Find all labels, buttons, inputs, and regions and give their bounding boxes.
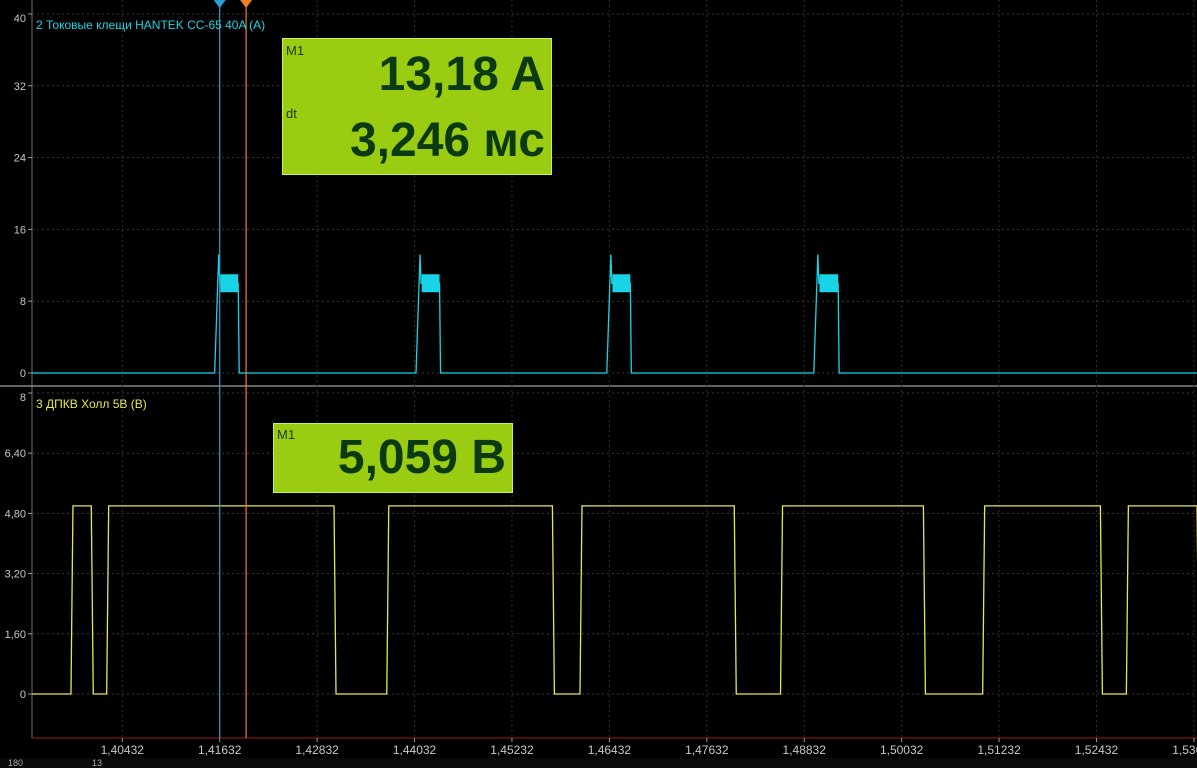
- x-tick-label: 1,40432: [101, 743, 145, 757]
- y-tick-label: 24: [14, 153, 26, 165]
- y-tick-label: 3,20: [5, 569, 26, 581]
- y-tick-label: 0: [20, 368, 26, 380]
- x-tick-label: 1,44032: [393, 743, 437, 757]
- cursor-layer[interactable]: [213, 0, 253, 738]
- y-tick-label: 40: [14, 13, 26, 25]
- y-tick-label: 32: [14, 81, 26, 93]
- x-tick-label: 1,53632: [1172, 743, 1197, 757]
- y-tick-label: 6,40: [5, 448, 26, 460]
- channel3-title: 3 ДПКВ Холл 5В (В): [36, 397, 147, 411]
- x-tick-label: 1,46432: [588, 743, 632, 757]
- y-tick-label: 4,80: [5, 508, 26, 520]
- y-tick-label: 16: [14, 224, 26, 236]
- dt-label: dt: [286, 106, 297, 121]
- x-tick-label: 1,41632: [198, 743, 242, 757]
- current-plateau-band: [612, 274, 631, 293]
- status-strip: 180 13: [0, 758, 1197, 768]
- current-trace: [32, 254, 1197, 374]
- x-tick-label: 1,45232: [490, 743, 534, 757]
- y-tick-label: 1,60: [5, 629, 26, 641]
- current-plateau-band: [421, 274, 440, 293]
- current-readout-box: M1 13,18 A dt 3,246 мс: [282, 38, 552, 175]
- trace-layer: [32, 254, 1197, 695]
- y-tick-label: 8: [20, 296, 26, 308]
- y-tick-label: 0: [20, 689, 26, 701]
- x-tick-label: 1,50032: [880, 743, 924, 757]
- axis-layer: 40 32 24 16 8 0 8 6,40 4,80 3,20 1,60 0 1,40432 1,416…: [5, 13, 1197, 757]
- x-tick-label: 1,47632: [685, 743, 729, 757]
- hall-m1-value: 5,059 В: [337, 431, 506, 484]
- status-value-1: 180: [8, 758, 24, 768]
- m1-label: M1: [277, 427, 296, 442]
- x-tick-label: 1,48832: [783, 743, 827, 757]
- y-tick-label: 8: [20, 392, 26, 404]
- hall-readout-box: M1 5,059 В: [273, 423, 513, 493]
- cursor-2-handle: [240, 0, 253, 8]
- x-tick-label: 1,51232: [977, 743, 1021, 757]
- cursor-1-handle: [213, 0, 226, 8]
- status-value-2: 13: [92, 758, 103, 768]
- hall-trace: [32, 505, 1197, 695]
- oscilloscope-display: 40 32 24 16 8 0 8 6,40 4,80 3,20 1,60 0 1,40432 1,416…: [0, 0, 1197, 757]
- x-tick-label: 1,52432: [1075, 743, 1119, 757]
- current-m1-value: 13,18 A: [378, 48, 545, 101]
- current-dt-value: 3,246 мс: [349, 114, 545, 167]
- x-tick-label: 1,42832: [295, 743, 339, 757]
- channel2-title: 2 Токовые клещи HANTEK CC-65 40A (A): [36, 18, 265, 32]
- grid-layer: [0, 0, 1197, 739]
- current-plateau-band: [819, 274, 839, 293]
- current-plateau-band: [220, 274, 239, 293]
- m1-label: M1: [286, 43, 305, 58]
